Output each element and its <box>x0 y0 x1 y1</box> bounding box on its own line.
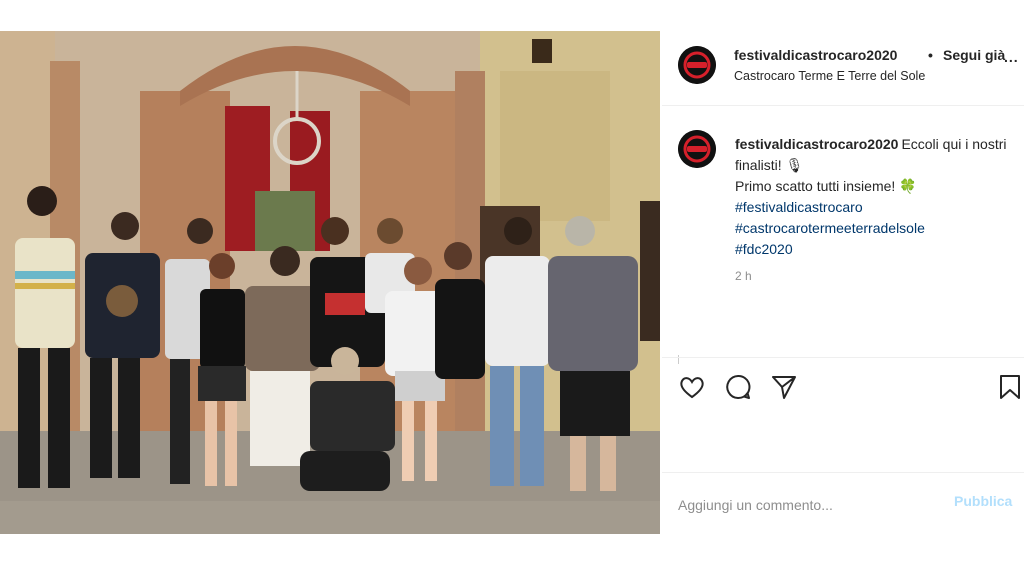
caption-text: festivaldicastrocaro2020 Eccoli qui i nos… <box>735 134 1020 260</box>
caption-username[interactable]: festivaldicastrocaro2020 <box>735 136 898 152</box>
festival-logo-icon <box>678 130 716 168</box>
publish-button[interactable]: Pubblica <box>954 493 1012 509</box>
instagram-post: festivaldicastrocaro2020 • Segui già ...… <box>0 31 1024 534</box>
group-photo-image <box>0 31 660 534</box>
hashtag-link[interactable]: #fdc2020 <box>735 239 1020 260</box>
add-comment-bar: Pubblica <box>662 472 1024 534</box>
caption-avatar[interactable] <box>678 130 716 168</box>
follow-button[interactable]: Segui già <box>943 47 1005 63</box>
avatar[interactable] <box>678 46 716 84</box>
heart-icon[interactable] <box>678 373 706 401</box>
separator-dot: • <box>928 47 933 63</box>
festival-logo-icon <box>678 46 716 84</box>
header-username[interactable]: festivaldicastrocaro2020 <box>734 47 897 63</box>
hashtag-link[interactable]: #festivaldicastrocaro <box>735 197 1020 218</box>
bookmark-icon[interactable] <box>996 373 1024 401</box>
action-bar <box>662 357 1024 472</box>
post-header: festivaldicastrocaro2020 • Segui già ...… <box>662 31 1024 106</box>
post-photo[interactable] <box>0 31 660 534</box>
paper-plane-icon[interactable] <box>770 373 798 401</box>
more-options-icon[interactable]: ... <box>1004 49 1019 65</box>
caption-section: festivaldicastrocaro2020 Eccoli qui i nos… <box>662 107 1024 364</box>
location-link[interactable]: Castrocaro Terme E Terre del Sole <box>734 69 925 83</box>
post-side-panel: festivaldicastrocaro2020 • Segui già ...… <box>662 31 1024 534</box>
comment-icon[interactable] <box>724 373 752 401</box>
hashtag-link[interactable]: #castrocarotermeeterradelsole <box>735 218 1020 239</box>
comment-input[interactable] <box>678 493 948 517</box>
post-timestamp[interactable]: 2 h <box>735 269 752 283</box>
caption-line-2: Primo scatto tutti insieme! 🍀 <box>735 178 917 194</box>
